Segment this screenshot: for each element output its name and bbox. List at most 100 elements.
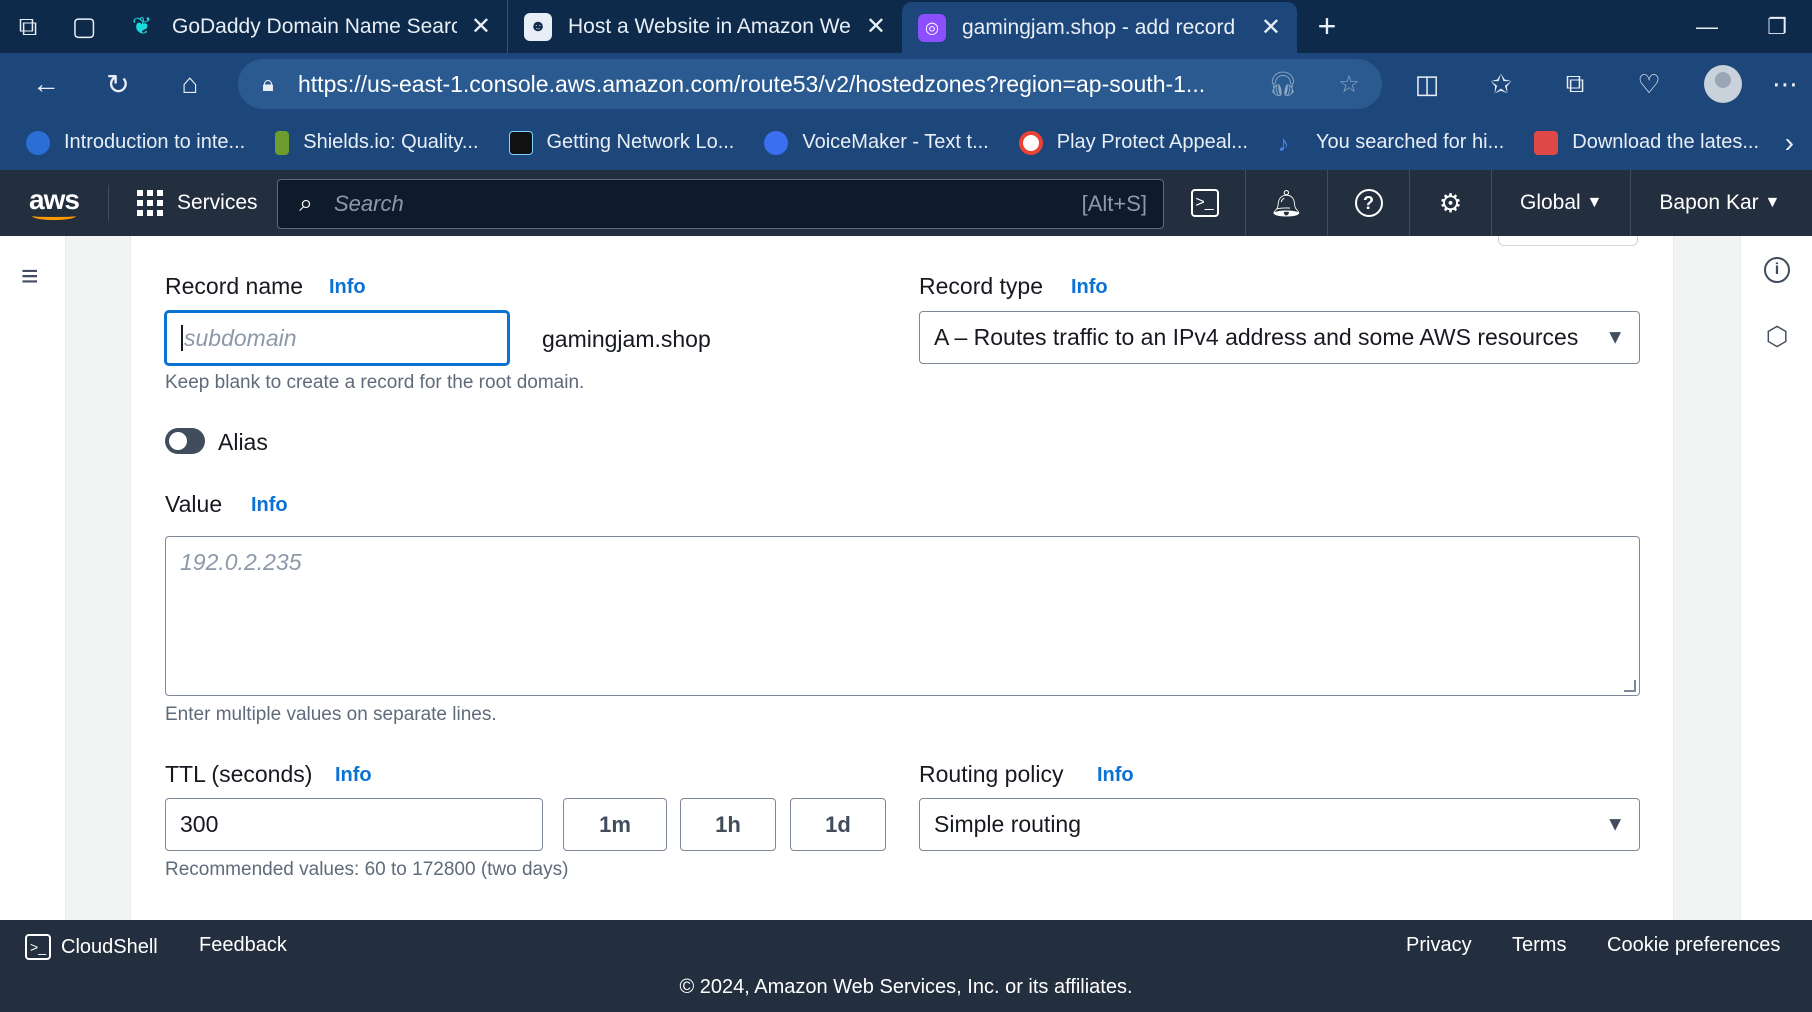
lock-icon[interactable]: 🔒︎: [238, 71, 298, 97]
close-tab-icon[interactable]: ✕: [1261, 13, 1281, 42]
bookmark-item[interactable]: VoiceMaker - Text t...: [764, 130, 989, 155]
browser-nav-bar: ← ↻ ⌂ 🔒︎ https://us-east-1.console.aws.a…: [0, 53, 1812, 115]
site-favicon-icon: ☻: [524, 12, 552, 41]
tab-host-website[interactable]: ☻ Host a Website in Amazon Web S ✕: [507, 0, 902, 53]
cloudshell-icon: >_: [25, 934, 51, 960]
caret-down-icon: ▼: [1605, 326, 1625, 348]
record-name-info-link[interactable]: Info: [329, 276, 366, 299]
ttl-1h-button[interactable]: 1h: [680, 798, 776, 851]
favorite-star-icon[interactable]: ☆: [1316, 70, 1382, 99]
partially-hidden-button[interactable]: [1498, 236, 1638, 246]
value-info-link[interactable]: Info: [251, 494, 288, 517]
ttl-1d-button[interactable]: 1d: [790, 798, 886, 851]
text-caret: [181, 325, 183, 351]
region-selector[interactable]: Global ▼: [1492, 170, 1632, 236]
cookie-preferences-link[interactable]: Cookie preferences: [1607, 934, 1780, 957]
bookmark-label: Download the lates...: [1572, 131, 1760, 153]
record-name-label: Record name: [165, 273, 304, 299]
refresh-icon[interactable]: ↻: [82, 53, 154, 115]
bookmark-item[interactable]: Introduction to inte...: [26, 130, 245, 155]
url-text[interactable]: https://us-east-1.console.aws.amazon.com…: [298, 71, 1250, 98]
hexagon-icon[interactable]: ⬡: [1761, 320, 1793, 352]
tab-godaddy[interactable]: ❦ GoDaddy Domain Name Search ✕: [112, 0, 507, 53]
route53-favicon-icon: ◎: [918, 13, 946, 42]
workspaces-icon[interactable]: ⧉: [0, 0, 56, 53]
ttl-1m-button[interactable]: 1m: [563, 798, 667, 851]
region-label: Global: [1520, 191, 1581, 214]
chevron-right-icon[interactable]: ›: [1785, 127, 1794, 159]
restore-icon[interactable]: ❐: [1742, 0, 1812, 53]
bookmark-favicon-icon: [1534, 130, 1559, 155]
aws-logo-text: aws: [29, 184, 80, 215]
alias-toggle[interactable]: [165, 428, 205, 454]
value-textarea[interactable]: 192.0.2.235: [165, 536, 1640, 696]
tab-gamingjam[interactable]: ◎ gamingjam.shop - add record ✕: [902, 2, 1297, 53]
routing-policy-value: Simple routing: [934, 811, 1082, 837]
address-bar[interactable]: 🔒︎ https://us-east-1.console.aws.amazon.…: [238, 59, 1382, 109]
music-note-icon: ♪: [1277, 130, 1289, 156]
record-type-info-link[interactable]: Info: [1071, 276, 1108, 299]
bookmark-item[interactable]: ♪ You searched for hi...: [1277, 130, 1504, 156]
minimize-icon[interactable]: —: [1672, 0, 1742, 53]
close-tab-icon[interactable]: ✕: [471, 12, 491, 41]
close-tab-icon[interactable]: ✕: [866, 12, 886, 41]
aws-logo[interactable]: aws: [0, 170, 108, 236]
profile-avatar[interactable]: [1704, 65, 1742, 103]
record-type-select[interactable]: A – Routes traffic to an IPv4 address an…: [919, 311, 1640, 364]
routing-policy-select[interactable]: Simple routing ▼: [919, 798, 1640, 851]
settings-gear-icon[interactable]: ⚙: [1410, 170, 1492, 236]
terms-link[interactable]: Terms: [1512, 934, 1566, 957]
cloudshell-label: CloudShell: [61, 935, 158, 958]
home-icon[interactable]: ⌂: [154, 53, 226, 115]
record-type-label: Record type: [919, 273, 1044, 299]
help-icon[interactable]: ?: [1328, 170, 1410, 236]
bookmark-item[interactable]: Shields.io: Quality...: [275, 130, 479, 155]
alias-label: Alias: [218, 429, 268, 455]
browser-tab-bar: ⧉ ▢ ❦ GoDaddy Domain Name Search ✕ ☻ Hos…: [0, 0, 1812, 53]
privacy-link[interactable]: Privacy: [1406, 934, 1472, 957]
feedback-link[interactable]: Feedback: [199, 934, 287, 957]
console-search[interactable]: ⌕ Search [Alt+S]: [277, 179, 1164, 229]
search-input[interactable]: Search: [334, 191, 1082, 217]
search-icon: ⌕: [299, 190, 313, 217]
routing-policy-info-link[interactable]: Info: [1097, 764, 1134, 787]
split-screen-icon[interactable]: ◫: [1390, 69, 1464, 100]
godaddy-favicon-icon: ❦: [131, 13, 153, 40]
services-label: Services: [177, 191, 258, 214]
ttl-input[interactable]: 300: [165, 798, 543, 851]
window-controls: — ❐: [1672, 0, 1812, 53]
hamburger-menu-icon[interactable]: ≡: [21, 260, 39, 294]
bookmark-label: VoiceMaker - Text t...: [802, 131, 989, 153]
collections-icon[interactable]: ⧉: [1538, 68, 1612, 100]
new-tab-icon[interactable]: +: [1297, 0, 1357, 53]
tab-title: Host a Website in Amazon Web S: [568, 14, 852, 38]
record-name-input[interactable]: subdomain: [165, 311, 509, 365]
left-navigation-rail: ≡: [0, 236, 66, 920]
cloudshell-icon[interactable]: >_: [1164, 170, 1246, 236]
domain-suffix: gamingjam.shop: [542, 326, 711, 352]
bookmark-item[interactable]: Play Protect Appeal...: [1018, 130, 1248, 155]
right-tools-rail: i ⬡: [1740, 236, 1812, 920]
favorites-icon[interactable]: ✩: [1464, 69, 1538, 100]
bookmark-item[interactable]: Download the lates...: [1534, 130, 1760, 155]
browser-essentials-icon[interactable]: ♡: [1612, 69, 1686, 100]
tab-actions-icon[interactable]: ▢: [56, 0, 112, 53]
resize-handle-icon[interactable]: [1624, 680, 1636, 692]
cloudshell-footer-button[interactable]: >_ CloudShell: [25, 934, 158, 960]
aws-header-actions: >_ 🔔︎ ? ⚙ Global ▼ Bapon Kar ▼: [1164, 170, 1808, 236]
console-footer: >_ CloudShell Feedback Privacy Terms Coo…: [0, 920, 1812, 1012]
ttl-info-link[interactable]: Info: [335, 764, 372, 787]
info-circle-icon[interactable]: i: [1761, 254, 1793, 286]
bookmark-favicon-icon: [508, 130, 533, 155]
more-options-icon[interactable]: ⋯: [1760, 69, 1810, 100]
services-menu-button[interactable]: Services: [109, 190, 280, 216]
record-type-value: A – Routes traffic to an IPv4 address an…: [934, 324, 1579, 350]
notifications-bell-icon[interactable]: 🔔︎: [1246, 170, 1328, 236]
account-menu[interactable]: Bapon Kar ▼: [1631, 170, 1808, 236]
tab-title: gamingjam.shop - add record: [962, 15, 1236, 39]
bookmark-label: Getting Network Lo...: [546, 131, 735, 153]
read-aloud-icon[interactable]: 🎧︎: [1250, 70, 1316, 99]
bookmark-label: Shields.io: Quality...: [303, 131, 479, 153]
back-icon[interactable]: ←: [10, 53, 82, 115]
bookmark-item[interactable]: Getting Network Lo...: [508, 130, 735, 155]
